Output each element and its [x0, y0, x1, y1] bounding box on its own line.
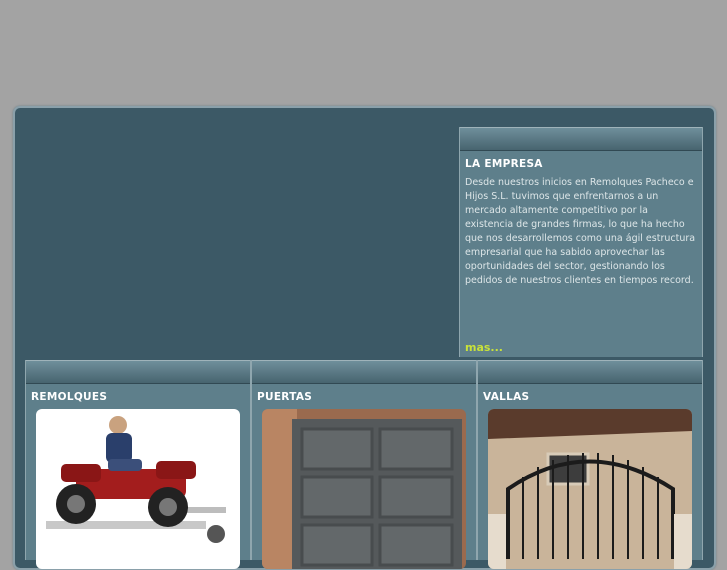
product-card-remolques[interactable]: REMOLQUES [25, 360, 251, 569]
company-title: LA EMPRESA [465, 158, 543, 170]
product-title: REMOLQUES [31, 391, 108, 403]
hero-area [25, 127, 457, 357]
panel-header-bar [460, 127, 702, 151]
panel-header-bar [26, 360, 250, 384]
company-panel: LA EMPRESA Desde nuestros inicios en Rem… [459, 127, 703, 357]
quad-trailer-image[interactable] [36, 409, 240, 569]
iron-gate-image[interactable] [488, 409, 692, 569]
product-title: VALLAS [483, 391, 530, 403]
product-card-vallas[interactable]: VALLAS [477, 360, 703, 569]
product-card-puertas[interactable]: PUERTAS [251, 360, 477, 569]
product-title: PUERTAS [257, 391, 313, 403]
panel-header-bar [252, 360, 476, 384]
company-description: Desde nuestros inicios en Remolques Pach… [465, 177, 696, 286]
more-link[interactable]: mas... [465, 341, 503, 354]
garage-door-image[interactable] [262, 409, 466, 569]
panel-header-bar [478, 360, 702, 384]
